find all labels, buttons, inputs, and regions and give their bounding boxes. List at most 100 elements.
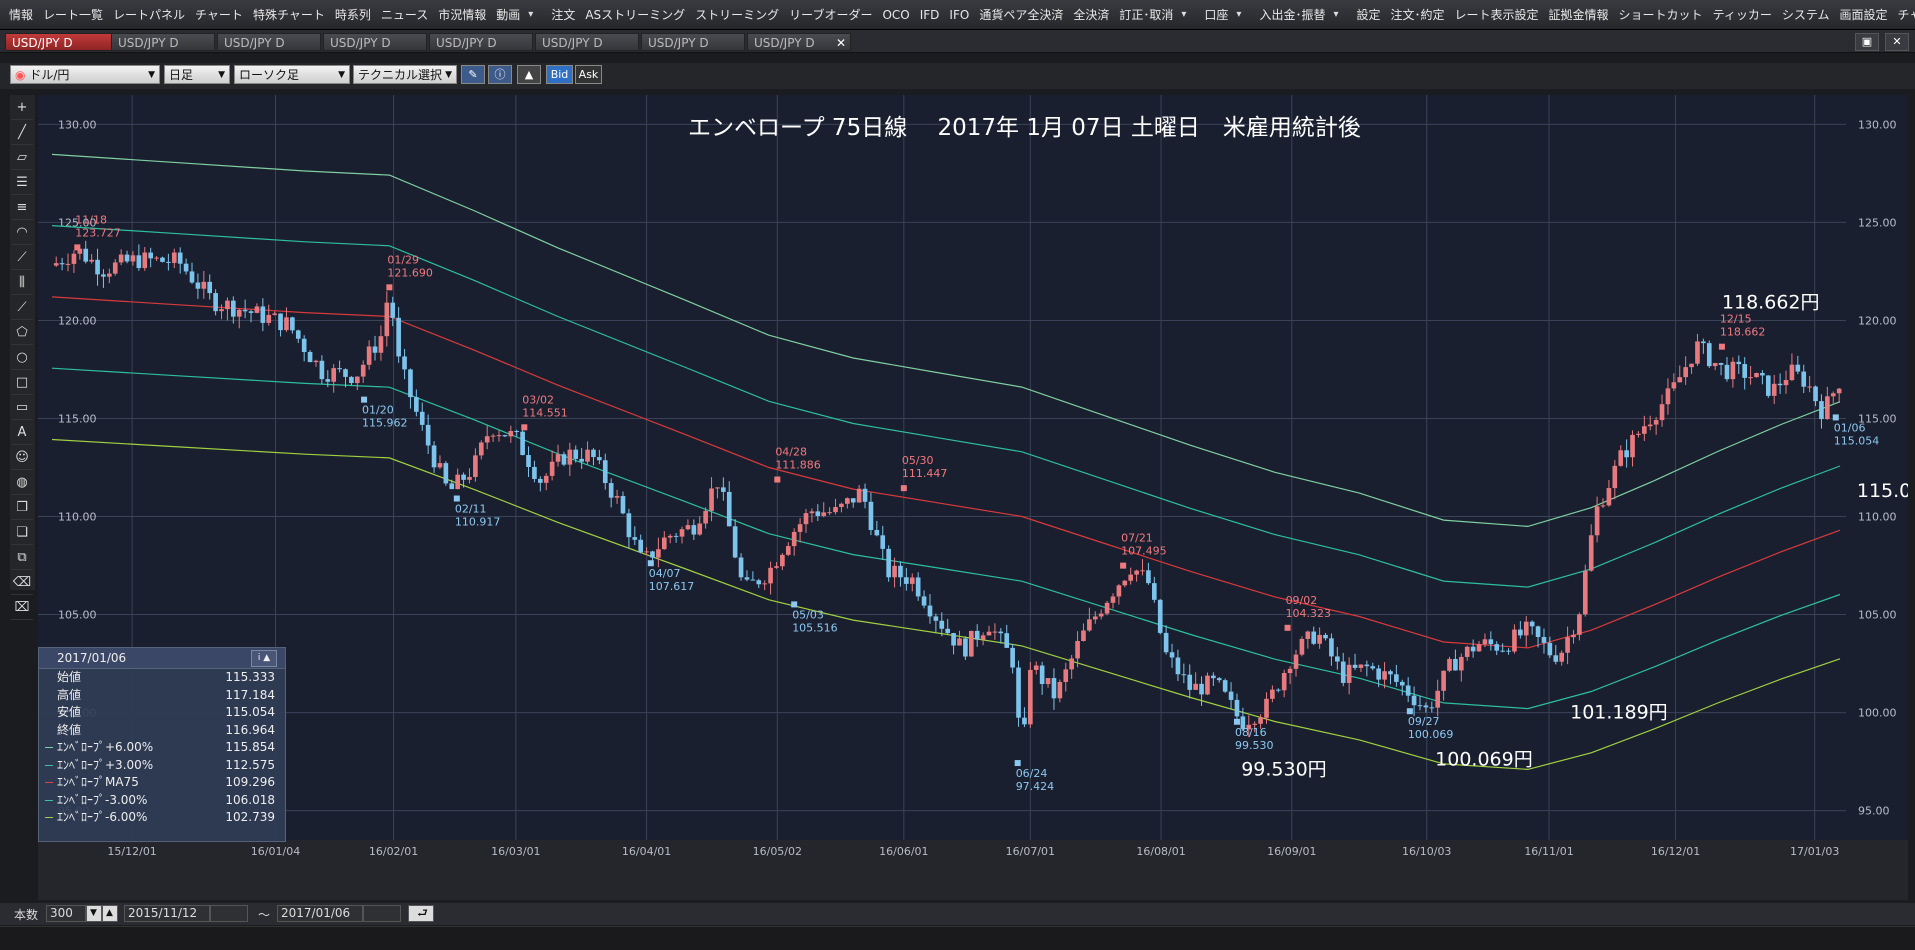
trendline-icon[interactable]: ╱ xyxy=(11,122,33,145)
count-up-icon[interactable]: ▲ xyxy=(102,905,118,922)
menu-item[interactable]: 動画 xyxy=(491,6,525,23)
menu-item[interactable]: 口座 xyxy=(1199,6,1233,23)
ask-button[interactable]: Ask xyxy=(575,65,602,84)
text-icon[interactable]: A xyxy=(11,422,33,445)
info-icon[interactable]: ⓘ xyxy=(488,65,512,84)
fibonacci-arc-icon[interactable]: ◠ xyxy=(11,222,33,245)
menu-item[interactable]: 注文 xyxy=(546,6,580,23)
apply-range-icon[interactable]: ⮐ xyxy=(408,905,434,922)
menu-item[interactable]: 訂正･取消 xyxy=(1114,6,1178,23)
menu-item[interactable]: 設定 xyxy=(1351,6,1385,23)
menu-item[interactable]: 市況情報 xyxy=(433,6,491,23)
eraser-icon[interactable]: ⌫ xyxy=(11,572,33,595)
chart-tab[interactable]: USD/JPY D xyxy=(641,33,745,51)
info-collapse-icon[interactable]: i ▲ xyxy=(251,650,277,667)
menu-item[interactable]: 時系列 xyxy=(330,6,376,23)
chart-tab[interactable]: USD/JPY D xyxy=(323,33,427,51)
rectangle-icon[interactable]: □ xyxy=(11,372,33,395)
volume-icon[interactable]: ▲ xyxy=(517,65,541,84)
menu-dropdown-icon[interactable]: ▾ xyxy=(1233,9,1244,20)
menu-item[interactable]: 全決済 xyxy=(1068,6,1114,23)
menu-item[interactable]: 通貨ペア全決済 xyxy=(974,6,1068,23)
chart-type-select[interactable]: ローソク足 ▼ xyxy=(234,65,350,84)
currency-pair-select[interactable]: ◉ ドル/円 ▼ xyxy=(10,65,160,84)
paste-icon[interactable]: ❏ xyxy=(11,522,33,545)
price-chart[interactable]: 95.0095.00100.00100.00105.00105.00110.00… xyxy=(38,95,1908,900)
menu-item[interactable]: チャート xyxy=(1893,6,1915,23)
from-time-field[interactable] xyxy=(210,905,248,922)
candle-body xyxy=(721,487,726,492)
candle-body xyxy=(839,504,844,507)
range-bar: 本数 300 ▼ ▲ 2015/11/12 ～ 2017/01/06 ⮐ xyxy=(0,903,1915,925)
menu-item[interactable]: レート表示設定 xyxy=(1450,6,1544,23)
menu-item[interactable]: ニュース xyxy=(376,6,433,23)
period-select[interactable]: 日足 ▼ xyxy=(164,65,230,84)
ruler-icon[interactable]: ▱ xyxy=(11,147,33,170)
menu-dropdown-icon[interactable]: ▾ xyxy=(1330,9,1341,20)
chart-tab[interactable]: USD/JPY D xyxy=(111,33,215,51)
menu-item[interactable]: ティッカー xyxy=(1708,6,1777,23)
circle-icon[interactable]: ○ xyxy=(11,347,33,370)
pentagon-icon[interactable]: ⬠ xyxy=(11,322,33,345)
crosshair-icon[interactable]: + xyxy=(11,97,33,120)
chart-tab[interactable]: USD/JPY D✕ xyxy=(747,33,851,51)
menu-item[interactable]: 特殊チャート xyxy=(248,6,330,23)
to-date-field[interactable]: 2017/01/06 xyxy=(277,905,363,922)
close-tab-icon[interactable]: ✕ xyxy=(836,34,846,52)
horizontal-lines-icon[interactable]: ☰ xyxy=(11,172,33,195)
copy-icon[interactable]: ❐ xyxy=(11,497,33,520)
chart-canvas[interactable]: 95.0095.00100.00100.00105.00105.00110.00… xyxy=(38,95,1908,900)
to-time-field[interactable] xyxy=(363,905,401,922)
count-field[interactable]: 300 xyxy=(46,905,86,922)
candle-body xyxy=(1075,641,1080,658)
candle-body xyxy=(1117,585,1122,596)
menu-item[interactable]: ASストリーミング xyxy=(580,6,690,23)
menu-item[interactable]: IFD xyxy=(915,8,945,22)
chart-tab[interactable]: USD/JPY D xyxy=(429,33,533,51)
menu-dropdown-icon[interactable]: ▾ xyxy=(1178,9,1189,20)
candle-body xyxy=(142,253,147,268)
pen-icon[interactable]: ✎ xyxy=(461,65,485,84)
chart-tab[interactable]: USD/JPY D xyxy=(535,33,639,51)
menu-item[interactable]: リーブオーダー xyxy=(784,6,877,23)
maximize-icon[interactable]: ▣ xyxy=(1855,33,1879,51)
hilo-value-label: 107.495 xyxy=(1121,545,1167,558)
fan-icon[interactable]: ⟋ xyxy=(11,247,33,270)
candle-body xyxy=(1235,700,1240,716)
candle-body xyxy=(922,596,927,605)
menu-dropdown-icon[interactable]: ▾ xyxy=(525,9,536,20)
menu-item[interactable]: OCO xyxy=(877,8,914,22)
menu-item[interactable]: 証拠金情報 xyxy=(1544,6,1614,23)
candle-body xyxy=(1672,382,1677,388)
channel-icon[interactable]: ≡ xyxy=(11,197,33,220)
menu-item[interactable]: システム xyxy=(1777,6,1835,23)
eraser-all-icon[interactable]: ⌧ xyxy=(11,597,33,620)
chart-tab[interactable]: USD/JPY D xyxy=(217,33,321,51)
menu-item[interactable]: 入出金･振替 xyxy=(1254,6,1330,23)
from-date-field[interactable]: 2015/11/12 xyxy=(124,905,210,922)
menu-item[interactable]: 情報 xyxy=(4,6,38,23)
paint-icon[interactable]: ◍ xyxy=(11,472,33,495)
candle-body xyxy=(857,489,862,503)
menu-item[interactable]: 注文･約定 xyxy=(1386,6,1450,23)
pitchfork-icon[interactable]: ⟋ xyxy=(11,297,33,320)
technical-select[interactable]: テクニカル選択 ▼ xyxy=(353,65,457,84)
data-window: 2017/01/06 i ▲ 始値115.333高値117.184安値115.0… xyxy=(38,647,286,842)
menu-item[interactable]: IFO xyxy=(944,8,974,22)
menu-item[interactable]: レートパネル xyxy=(108,6,190,23)
menu-item[interactable]: ショートカット xyxy=(1614,6,1708,23)
menu-item[interactable]: レート一覧 xyxy=(38,6,108,23)
menu-item[interactable]: チャート xyxy=(190,6,248,23)
candle-body xyxy=(420,412,425,425)
candle-body xyxy=(1807,387,1812,388)
emoji-icon[interactable]: ☺ xyxy=(11,447,33,470)
vertical-lines-icon[interactable]: ⫼ xyxy=(11,272,33,295)
separator-icon[interactable]: ▭ xyxy=(11,397,33,420)
close-window-icon[interactable]: ✕ xyxy=(1885,33,1909,51)
menu-item[interactable]: ストリーミング xyxy=(690,6,784,23)
menu-item[interactable]: 画面設定 xyxy=(1834,6,1892,23)
count-down-icon[interactable]: ▼ xyxy=(86,905,102,922)
bid-button[interactable]: Bid xyxy=(546,65,573,84)
candle-body xyxy=(320,361,325,379)
layers-icon[interactable]: ⧉ xyxy=(11,547,33,570)
